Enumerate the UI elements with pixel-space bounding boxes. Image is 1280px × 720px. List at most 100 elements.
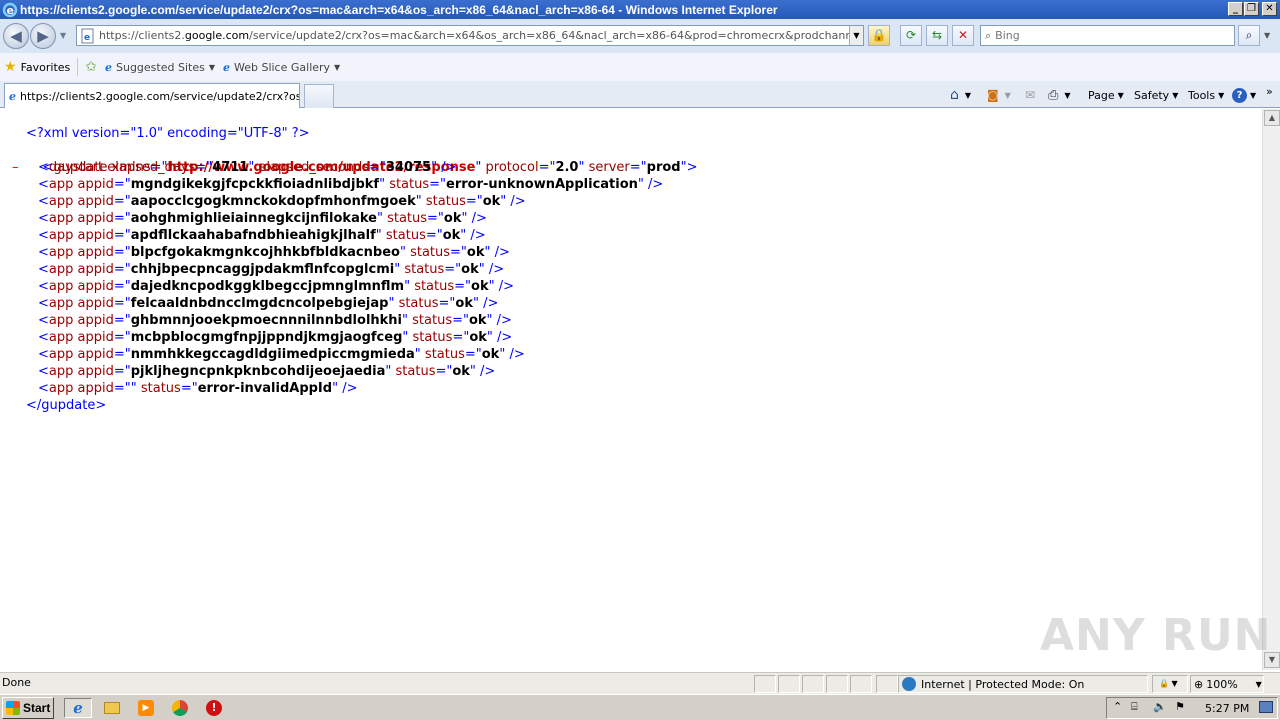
back-arrow-icon: ◀	[10, 27, 22, 45]
appid-value: blpcfgokakmgnkcojhhkbfbldkacnbeo	[130, 245, 400, 260]
appid-value: apdfllckaahabafndbhieahigkjlhalf	[130, 228, 376, 243]
action-center-flag-icon[interactable]: ⚑	[1175, 700, 1185, 713]
address-url[interactable]: https://clients2.google.com/service/upda…	[99, 29, 863, 42]
address-dropdown-icon[interactable]: ▼	[849, 26, 863, 45]
history-dropdown-icon[interactable]: ▼	[60, 31, 66, 40]
protected-mode-button[interactable]: 🔒 ▼	[1152, 675, 1188, 693]
security-zone[interactable]: Internet | Protected Mode: On	[898, 675, 1148, 693]
chevron-down-icon: ▼	[964, 90, 972, 100]
volume-icon[interactable]: 🔈	[1153, 700, 1167, 713]
web-slice-gallery-label: Web Slice Gallery	[233, 60, 331, 74]
anyrun-watermark: ANY RUN	[1040, 610, 1272, 661]
address-bar[interactable]: e https://clients2.google.com/service/up…	[76, 25, 864, 46]
collapse-toggle[interactable]: –	[12, 159, 19, 176]
appid-value: dajedkncpodkggklbegccjpmnglmnflm	[130, 279, 405, 294]
refresh-icon[interactable]: ⇆	[926, 25, 948, 46]
app-element: <app appid="mgndgikekgjfcpckkfioiadnlibd…	[38, 177, 664, 192]
status-value: ok	[481, 347, 500, 362]
network-icon[interactable]: ⌸	[1131, 700, 1138, 714]
ie-page-icon: ℯ	[9, 89, 16, 103]
tab-active[interactable]: ℯ https://clients2.google.com/service/up…	[4, 83, 300, 108]
more-commands-icon[interactable]: »	[1266, 81, 1273, 101]
tray-expand-icon[interactable]: ⌃	[1113, 700, 1122, 713]
search-icon: ⌕	[985, 28, 992, 42]
search-input[interactable]	[995, 29, 1216, 42]
title-bar: e https://clients2.google.com/service/up…	[0, 0, 1280, 19]
app-element: <app appid="blpcfgokakmgnkcojhhkbfbldkac…	[38, 245, 510, 260]
status-panel	[826, 675, 848, 693]
search-box[interactable]: ⌕	[980, 25, 1235, 46]
appid-value: mgndgikekgjfcpckkfioiadnlibdjbkf	[130, 177, 380, 192]
appid-value: felcaaldnbdncclmgdcncolpebgiejap	[130, 296, 389, 311]
suggested-sites-button[interactable]: ℯ Suggested Sites ▼	[101, 56, 219, 78]
gupdate-close-tag: </gupdate>	[26, 398, 107, 413]
taskbar-media-player-button[interactable]: ▶	[132, 698, 160, 718]
vertical-scrollbar[interactable]: ▲ ▼	[1262, 109, 1280, 670]
ie-icon: e	[2, 2, 18, 17]
chevron-down-icon: ▼	[1004, 90, 1011, 100]
chevron-down-icon: ▼	[1255, 679, 1262, 689]
globe-icon	[902, 677, 916, 691]
home-button[interactable]: ⌂ ▼	[950, 85, 971, 105]
status-panel	[778, 675, 800, 693]
feeds-button[interactable]: ◙ ▼	[987, 85, 1011, 105]
status-value: ok	[471, 279, 489, 294]
back-button[interactable]: ◀	[3, 23, 29, 49]
zoom-control[interactable]: ⊕ 100% ▼	[1190, 675, 1264, 693]
chevron-down-icon: ▼	[334, 62, 341, 72]
chevron-down-icon: ▼	[1218, 90, 1225, 100]
stop-icon[interactable]: ✕	[952, 25, 974, 46]
rss-icon: ◙	[987, 88, 999, 102]
app-element: <app appid="pjkljhegncpnkpknbcohdijeoeja…	[38, 364, 496, 379]
search-options-icon[interactable]: ▼	[1264, 31, 1270, 40]
clock[interactable]: 5:27 PM	[1205, 702, 1249, 715]
compatibility-view-icon[interactable]: ⟳	[900, 25, 922, 46]
status-value: ok	[452, 364, 470, 379]
home-icon: ⌂	[950, 87, 959, 103]
navigation-bar: ◀ ▶ ▼ e https://clients2.google.com/serv…	[0, 19, 1280, 53]
chevron-down-icon: ▼	[1117, 90, 1124, 100]
elapsed-seconds-value: 34075	[385, 160, 432, 175]
ie-icon: ℯ	[73, 699, 83, 717]
read-mail-button[interactable]: ✉	[1025, 85, 1035, 105]
status-value: ok	[455, 296, 473, 311]
web-slice-gallery-button[interactable]: ℯ Web Slice Gallery ▼	[219, 56, 344, 78]
taskbar-ie-button[interactable]: ℯ	[64, 698, 92, 718]
mail-icon: ✉	[1025, 88, 1036, 102]
status-value: ok	[469, 330, 487, 345]
appid-value: nmmhkkegccagdldgiimedpiccmgmieda	[130, 347, 415, 362]
status-value: ok	[442, 228, 461, 243]
status-panel	[850, 675, 872, 693]
show-desktop-icon[interactable]	[1259, 701, 1273, 713]
page-menu[interactable]: Page ▼	[1088, 85, 1124, 105]
taskbar-stop-button[interactable]: !	[200, 698, 228, 718]
minimize-button[interactable]: _	[1228, 2, 1243, 16]
favorites-label: Favorites	[20, 60, 71, 74]
app-element: <app appid="aapocclcgogkmnckokdopfmhonfm…	[38, 194, 526, 209]
status-panel	[876, 675, 898, 693]
close-window-button[interactable]: ✕	[1262, 2, 1277, 16]
start-button[interactable]: Start	[2, 697, 54, 719]
print-button[interactable]: ⎙ ▼	[1048, 85, 1071, 105]
status-panel	[802, 675, 824, 693]
forward-button[interactable]: ▶	[30, 23, 56, 49]
scroll-up-button[interactable]: ▲	[1264, 110, 1280, 126]
safety-menu[interactable]: Safety ▼	[1134, 85, 1178, 105]
lock-icon[interactable]: 🔒	[868, 25, 890, 46]
search-button[interactable]: ⌕	[1238, 25, 1260, 46]
maximize-button[interactable]: ❐	[1244, 2, 1259, 16]
printer-icon: ⎙	[1048, 87, 1059, 103]
help-menu[interactable]: ? ▼	[1232, 85, 1256, 105]
zoom-level: 100%	[1206, 677, 1238, 691]
tools-menu[interactable]: Tools ▼	[1188, 85, 1224, 105]
status-value: ok	[443, 211, 462, 226]
taskbar-chrome-button[interactable]	[166, 698, 194, 718]
xml-declaration: <?xml version="1.0" encoding="UTF-8" ?>	[26, 126, 310, 141]
suggested-sites-label: Suggested Sites	[116, 60, 205, 74]
new-tab-button[interactable]	[304, 84, 334, 108]
add-to-favorites-bar-button[interactable]: ✩	[81, 56, 101, 78]
favorites-button[interactable]: ★ Favorites	[0, 56, 74, 78]
app-element: <app appid="apdfllckaahabafndbhieahigkjl…	[38, 228, 486, 243]
taskbar-explorer-button[interactable]	[98, 698, 126, 718]
status-value: ok	[468, 313, 487, 328]
